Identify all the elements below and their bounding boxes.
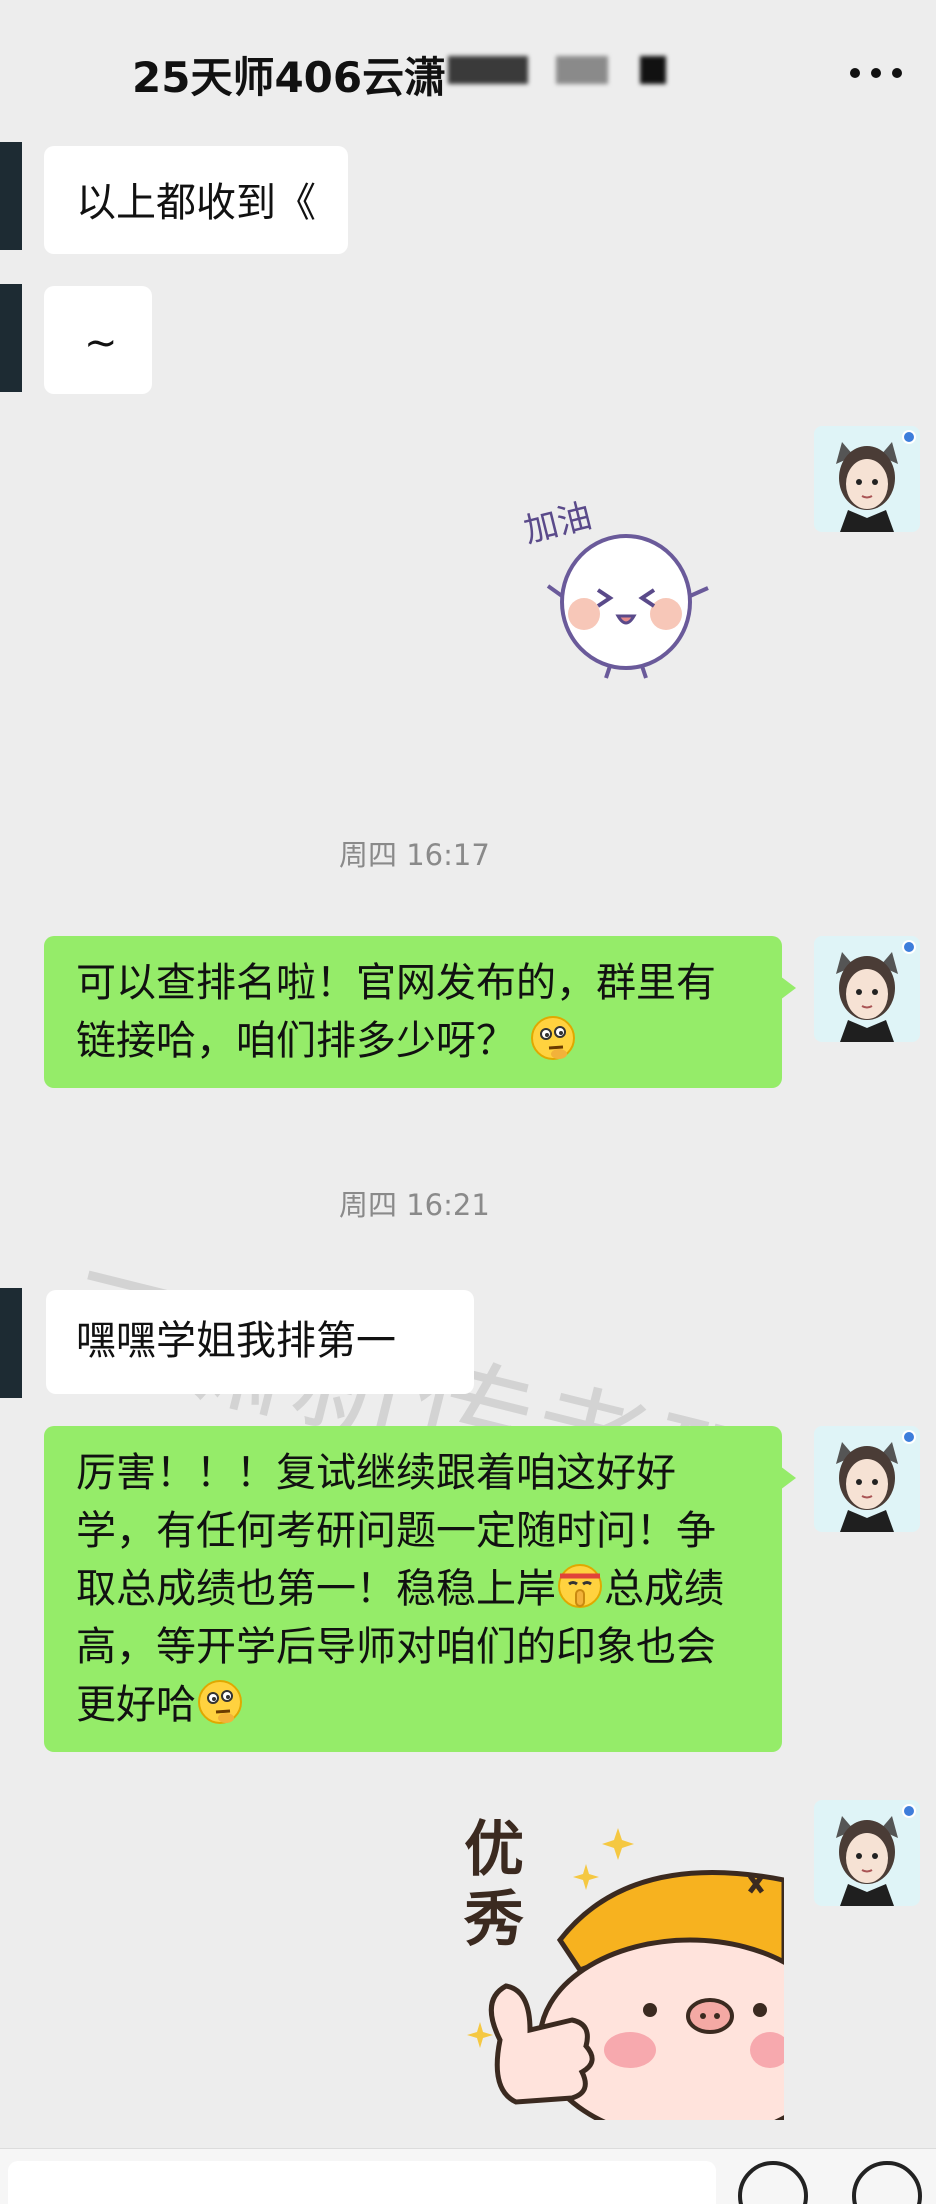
message-input[interactable] xyxy=(8,2161,716,2204)
more-icon[interactable] xyxy=(850,66,902,80)
thinking-face-icon xyxy=(198,1680,242,1724)
shushing-face-icon xyxy=(558,1564,602,1608)
sticker-text: 秀 xyxy=(463,1885,524,1955)
add-button-icon[interactable] xyxy=(852,2161,922,2204)
sticker-jiayou[interactable]: 加油 xyxy=(514,466,724,686)
message-text: ~ xyxy=(84,320,118,366)
sticker-text: 加油 xyxy=(520,496,596,551)
received-message[interactable]: 嘿嘿学姐我排第一 xyxy=(46,1290,474,1394)
message-text: 以上都收到《 xyxy=(76,180,316,226)
received-message[interactable]: ~ xyxy=(44,286,152,394)
my-avatar[interactable] xyxy=(814,1800,920,1906)
sender-avatar[interactable] xyxy=(0,284,22,392)
chat-title: 25天师406云潇 xyxy=(132,53,447,102)
timestamp-text: 周四 16:21 xyxy=(339,1188,490,1222)
timestamp-text: 周四 16:17 xyxy=(339,838,490,872)
my-avatar[interactable] xyxy=(814,936,920,1042)
redacted-title-part xyxy=(556,56,608,84)
my-avatar[interactable] xyxy=(814,426,920,532)
thinking-face-icon xyxy=(530,1016,575,1060)
sent-message[interactable]: 厉害！！！复试继续跟着咱这好好学，有任何考研问题一定随时问！争取总成绩也第一！稳… xyxy=(44,1426,796,1752)
sender-avatar[interactable] xyxy=(0,1288,22,1398)
sender-avatar[interactable] xyxy=(0,142,22,250)
sticker-youxiu[interactable]: 优 秀 xyxy=(460,1800,843,2143)
my-avatar[interactable] xyxy=(814,1426,920,1532)
message-text: 可以查排名啦！官网发布的，群里有链接哈，咱们排多少呀？ xyxy=(76,960,716,1064)
redacted-title-part xyxy=(640,56,666,84)
sent-message[interactable]: 可以查排名啦！官网发布的，群里有链接哈，咱们排多少呀？ xyxy=(44,936,796,1088)
top-bar: 25天师406云潇 xyxy=(0,0,936,140)
sticker-text: 优 xyxy=(464,1815,524,1885)
redacted-title-part xyxy=(448,56,528,84)
input-bar xyxy=(0,2148,936,2204)
received-message[interactable]: 以上都收到《 xyxy=(44,146,348,254)
emoji-button-icon[interactable] xyxy=(738,2161,808,2204)
message-text: 嘿嘿学姐我排第一 xyxy=(76,1318,396,1364)
